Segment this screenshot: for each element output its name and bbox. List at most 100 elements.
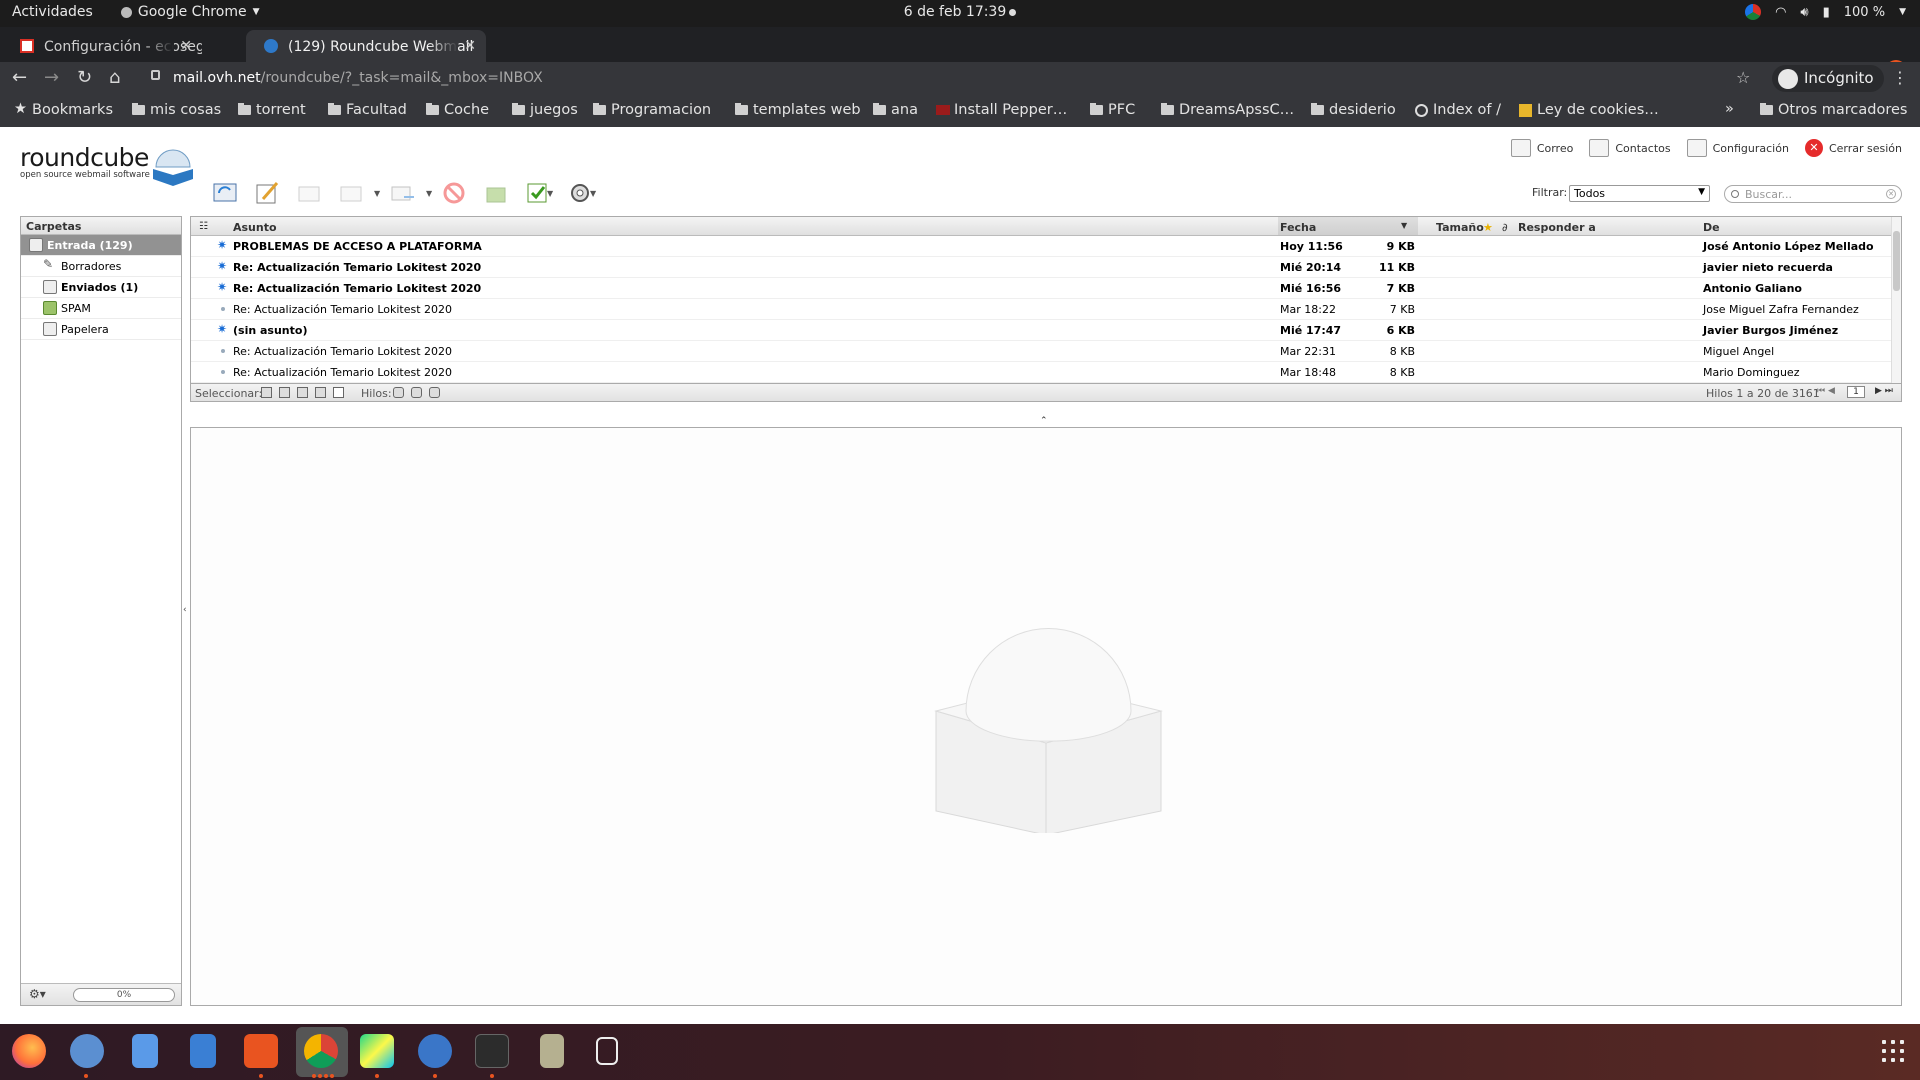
folder-drafts[interactable]: ✎ Borradores — [21, 256, 181, 277]
tab-configuracion[interactable]: Configuración - ecoseguro ✕ — [2, 30, 202, 62]
show-applications-icon[interactable] — [1882, 1040, 1904, 1062]
bookmark-item[interactable]: DreamsApssC… — [1161, 102, 1294, 118]
refresh-mail-icon[interactable] — [211, 179, 239, 207]
vertical-splitter-icon[interactable]: ‹ — [183, 605, 187, 615]
nav-contacts[interactable]: Contactos — [1589, 139, 1671, 157]
horizontal-splitter-icon[interactable]: ⌃ — [1040, 416, 1048, 426]
select-none-icon[interactable] — [333, 387, 344, 398]
reload-icon[interactable]: ↻ — [77, 67, 92, 88]
bookmark-item[interactable]: Programacion — [593, 102, 711, 118]
terminal-icon[interactable] — [475, 1034, 509, 1068]
read-status-icon[interactable] — [221, 370, 225, 374]
forward-mail-icon[interactable] — [388, 179, 416, 207]
volume-icon[interactable]: 🔊︎ — [1800, 5, 1808, 20]
reply-all-icon[interactable] — [337, 179, 365, 207]
folder-options-gear-icon[interactable]: ⚙▾ — [29, 987, 46, 1001]
bookmark-item[interactable]: Ley de cookies… — [1519, 102, 1659, 118]
chrome-indicator-icon[interactable] — [1745, 4, 1762, 20]
message-list-scrollbar[interactable] — [1891, 217, 1901, 383]
message-row[interactable]: Re: Actualización Temario Lokitest 2020 M… — [191, 278, 1901, 299]
next-last-page-icon[interactable]: ▶ ⏭ — [1875, 386, 1893, 396]
bookmark-item[interactable]: torrent — [238, 102, 306, 118]
forward-icon[interactable]: → — [44, 67, 59, 88]
clear-search-icon[interactable]: ✕ — [1886, 189, 1896, 199]
column-replyto[interactable]: Responder a — [1518, 221, 1596, 234]
text-editor-icon[interactable] — [540, 1034, 564, 1068]
bookmark-item[interactable]: templates web — [735, 102, 861, 118]
thunderbird-icon[interactable] — [70, 1034, 104, 1068]
folder-sent[interactable]: Enviados (1) — [21, 277, 181, 298]
bookmark-item[interactable]: mis cosas — [132, 102, 221, 118]
bookmark-item[interactable]: Coche — [426, 102, 489, 118]
threads-expand-icon[interactable] — [393, 387, 404, 398]
select-page-icon[interactable] — [279, 387, 290, 398]
usb-drive-icon[interactable] — [596, 1037, 618, 1065]
tab-roundcube[interactable]: (129) Roundcube Webmail ✕ — [246, 30, 486, 62]
bookmark-item[interactable]: ★ Bookmarks — [14, 101, 113, 118]
reply-icon[interactable] — [295, 179, 323, 207]
writer-icon[interactable] — [190, 1034, 216, 1068]
select-invert-icon[interactable] — [315, 387, 326, 398]
bookmark-item[interactable]: Index of / — [1415, 102, 1501, 118]
column-date[interactable]: Fecha — [1280, 221, 1316, 234]
read-status-icon[interactable] — [221, 349, 225, 353]
column-subject[interactable]: Asunto — [233, 221, 277, 234]
battery-level[interactable]: 100 % — [1844, 5, 1885, 20]
list-options-icon[interactable]: ☷ — [199, 221, 208, 232]
bookmark-item[interactable]: Facultad — [328, 102, 407, 118]
mark-spam-icon[interactable] — [482, 179, 510, 207]
nav-logout[interactable]: ✕ Cerrar sesión — [1804, 139, 1902, 157]
message-row[interactable]: Re: Actualización Temario Lokitest 2020 M… — [191, 362, 1901, 383]
message-row[interactable]: Re: Actualización Temario Lokitest 2020 M… — [191, 257, 1901, 278]
close-tab-icon[interactable]: ✕ — [180, 38, 192, 54]
back-icon[interactable]: ← — [12, 67, 27, 88]
search-input[interactable]: Buscar... ✕ — [1724, 185, 1902, 203]
more-menu-icon[interactable]: ⋮ — [1892, 68, 1908, 87]
column-size[interactable]: Tamaño — [1436, 221, 1484, 234]
unread-status-icon[interactable] — [217, 259, 228, 273]
firefox-icon[interactable] — [12, 1034, 46, 1068]
threads-expand-unread-icon[interactable] — [411, 387, 422, 398]
home-icon[interactable]: ⌂ — [109, 67, 120, 88]
bookmark-item[interactable]: Install Pepper… — [936, 102, 1067, 118]
unread-status-icon[interactable] — [217, 238, 228, 252]
column-from[interactable]: De — [1703, 221, 1720, 234]
message-row[interactable]: Re: Actualización Temario Lokitest 2020 M… — [191, 299, 1901, 320]
reply-all-menu-icon[interactable]: ▼ — [374, 189, 380, 198]
first-prev-page-icon[interactable]: ⏮ ◀ — [1817, 386, 1835, 396]
close-tab-icon[interactable]: ✕ — [464, 38, 476, 54]
software-center-icon[interactable] — [244, 1034, 278, 1068]
pycharm-icon[interactable] — [360, 1034, 394, 1068]
filter-select[interactable]: Todos ▼ — [1569, 185, 1710, 202]
message-row[interactable]: Re: Actualización Temario Lokitest 2020 M… — [191, 341, 1901, 362]
bookmark-item[interactable]: ana — [873, 102, 918, 118]
bookmark-item[interactable]: juegos — [512, 102, 578, 118]
compose-icon[interactable] — [253, 179, 281, 207]
system-menu-icon[interactable]: ▼ — [1899, 7, 1906, 17]
message-row[interactable]: PROBLEMAS DE ACCESO A PLATAFORMA Hoy 11:5… — [191, 236, 1901, 257]
message-row[interactable]: (sin asunto) Mié 17:47 6 KB Javier Burgos J… — [191, 320, 1901, 341]
address-bar[interactable]: mail.ovh.net/roundcube/?_task=mail&_mbox… — [143, 65, 1743, 92]
unread-status-icon[interactable] — [217, 280, 228, 294]
overflow-chevron-icon[interactable]: » — [1725, 101, 1734, 117]
threads-collapse-icon[interactable] — [429, 387, 440, 398]
bookmark-item[interactable]: Otros marcadores — [1760, 102, 1907, 118]
clock[interactable]: 6 de feb 17:39 — [904, 4, 1007, 20]
page-number-input[interactable]: 1 — [1847, 386, 1865, 398]
bookmark-item[interactable]: PFC — [1090, 102, 1135, 118]
chrome-app-icon[interactable] — [304, 1034, 338, 1068]
mysql-workbench-icon[interactable] — [418, 1034, 452, 1068]
folder-trash[interactable]: Papelera — [21, 319, 181, 340]
incognito-profile-button[interactable]: Incógnito — [1772, 65, 1884, 92]
folder-spam[interactable]: SPAM — [21, 298, 181, 319]
unread-status-icon[interactable] — [217, 322, 228, 336]
nav-mail[interactable]: Correo — [1510, 139, 1573, 157]
battery-icon[interactable]: ▮ — [1823, 5, 1830, 20]
roundcube-logo[interactable]: roundcube open source webmail software — [20, 143, 200, 193]
wifi-icon[interactable]: ◠ — [1775, 5, 1786, 20]
select-all-icon[interactable] — [261, 387, 272, 398]
read-status-icon[interactable] — [221, 307, 225, 311]
select-unread-icon[interactable] — [297, 387, 308, 398]
bookmark-item[interactable]: desiderio — [1311, 102, 1396, 118]
bookmark-star-icon[interactable]: ☆ — [1736, 68, 1750, 87]
